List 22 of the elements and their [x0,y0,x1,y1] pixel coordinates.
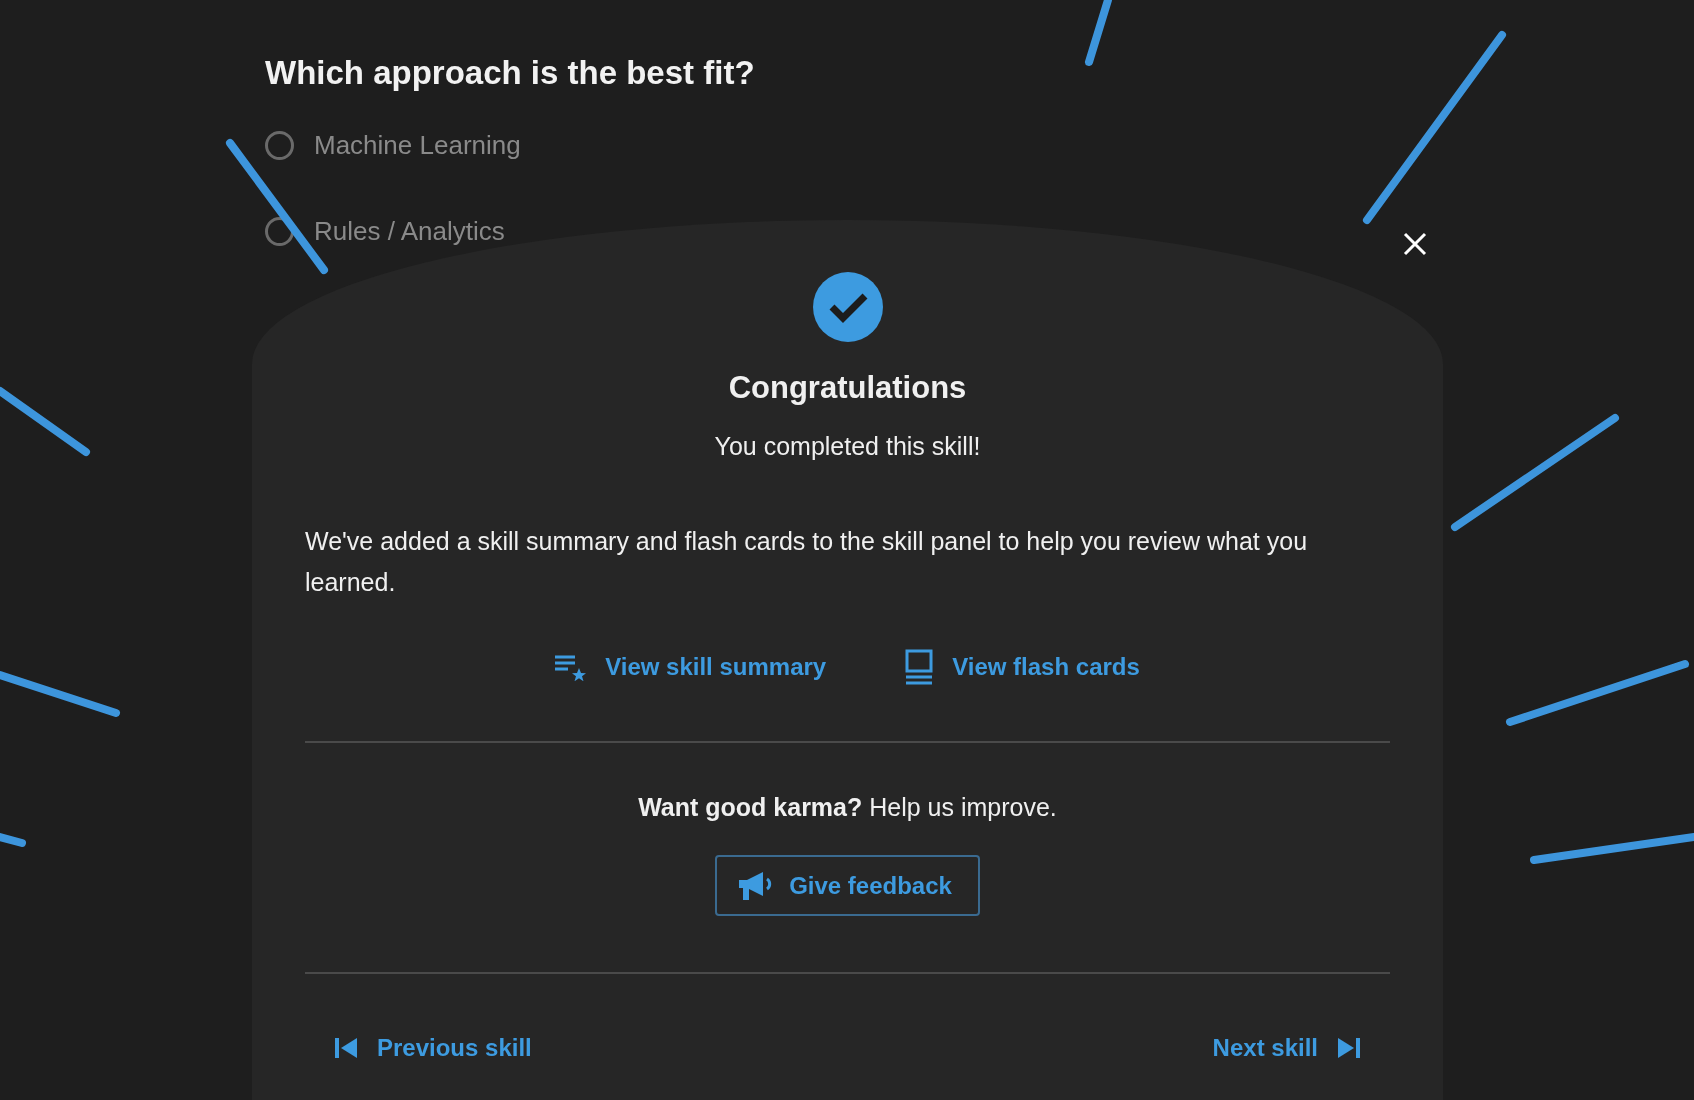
confetti-streak [0,833,26,847]
previous-skill-link[interactable]: Previous skill [335,1034,532,1062]
confetti-streak [1085,0,1112,66]
check-circle-icon [812,272,883,342]
dialog-title: Congratulations [728,370,967,406]
radio-button[interactable] [265,216,294,246]
close-icon[interactable] [1403,232,1427,256]
question-title: Which approach is the best fit? [265,54,756,92]
dialog-message: We've added a skill summary and flash cards to the skill panel to help you review what you learned. [305,526,1309,598]
skip-previous-icon [335,1037,359,1059]
dialog-subtitle: You completed this skill! [714,432,981,461]
cards-icon [904,649,935,685]
radio-button[interactable] [265,130,294,160]
link[interactable]: View flash cards [904,649,1140,685]
skip-next-icon [1336,1037,1360,1059]
list-star-icon [555,653,588,681]
feedback-prompt: Want good karma? Help us improve. [638,793,1057,822]
option-label[interactable]: Machine Learning [314,129,521,161]
megaphone-icon [739,871,774,900]
give-feedback-button[interactable]: Give feedback [715,855,980,916]
next-skill-link[interactable]: Next skill [1212,1034,1360,1062]
link[interactable]: View skill summary [555,649,827,685]
